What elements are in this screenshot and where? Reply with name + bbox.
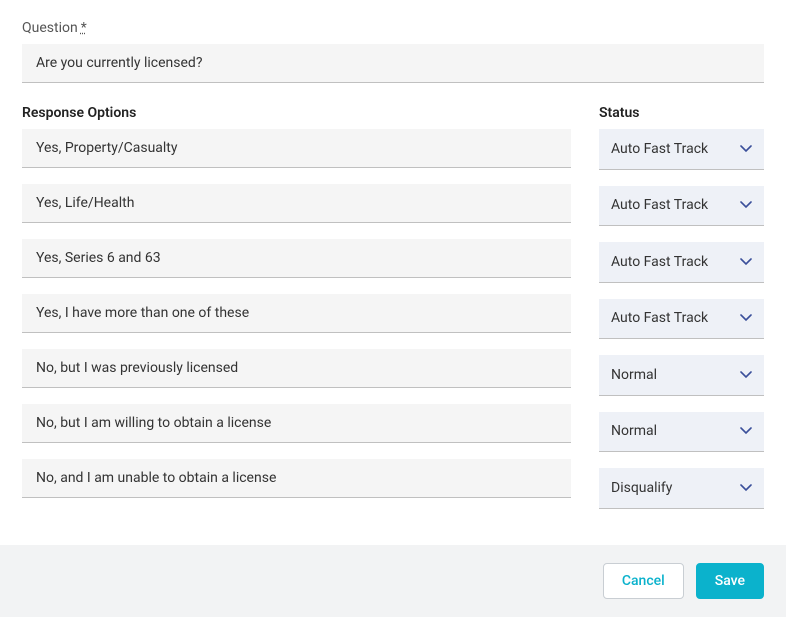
response-options-header: Response Options [22,105,571,121]
chevron-down-icon [740,484,752,492]
status-value: Auto Fast Track [611,254,708,270]
status-select[interactable]: Auto Fast Track [599,129,764,170]
status-value: Normal [611,423,657,439]
response-option-input[interactable] [22,129,571,168]
question-label: Question * [22,20,764,36]
chevron-down-icon [740,145,752,153]
status-select[interactable]: Auto Fast Track [599,299,764,340]
status-select[interactable]: Auto Fast Track [599,242,764,283]
chevron-down-icon [740,258,752,266]
response-option-input[interactable] [22,294,571,333]
status-header: Status [599,105,764,121]
response-option-input[interactable] [22,239,571,278]
chevron-down-icon [740,427,752,435]
response-option-input[interactable] [22,184,571,223]
question-input[interactable] [22,44,764,83]
response-option-input[interactable] [22,349,571,388]
cancel-button[interactable]: Cancel [603,563,684,599]
status-value: Auto Fast Track [611,141,708,157]
chevron-down-icon [740,371,752,379]
chevron-down-icon [740,201,752,209]
status-select[interactable]: Normal [599,412,764,453]
footer: Cancel Save [0,545,786,617]
status-select[interactable]: Normal [599,355,764,396]
status-value: Auto Fast Track [611,310,708,326]
status-value: Disqualify [611,480,672,496]
save-button[interactable]: Save [696,563,764,599]
response-option-input[interactable] [22,404,571,443]
status-value: Normal [611,367,657,383]
required-indicator: * [81,20,87,36]
chevron-down-icon [740,314,752,322]
status-value: Auto Fast Track [611,197,708,213]
status-select[interactable]: Auto Fast Track [599,186,764,227]
question-label-text: Question [22,20,78,36]
status-select[interactable]: Disqualify [599,468,764,509]
response-option-input[interactable] [22,459,571,498]
